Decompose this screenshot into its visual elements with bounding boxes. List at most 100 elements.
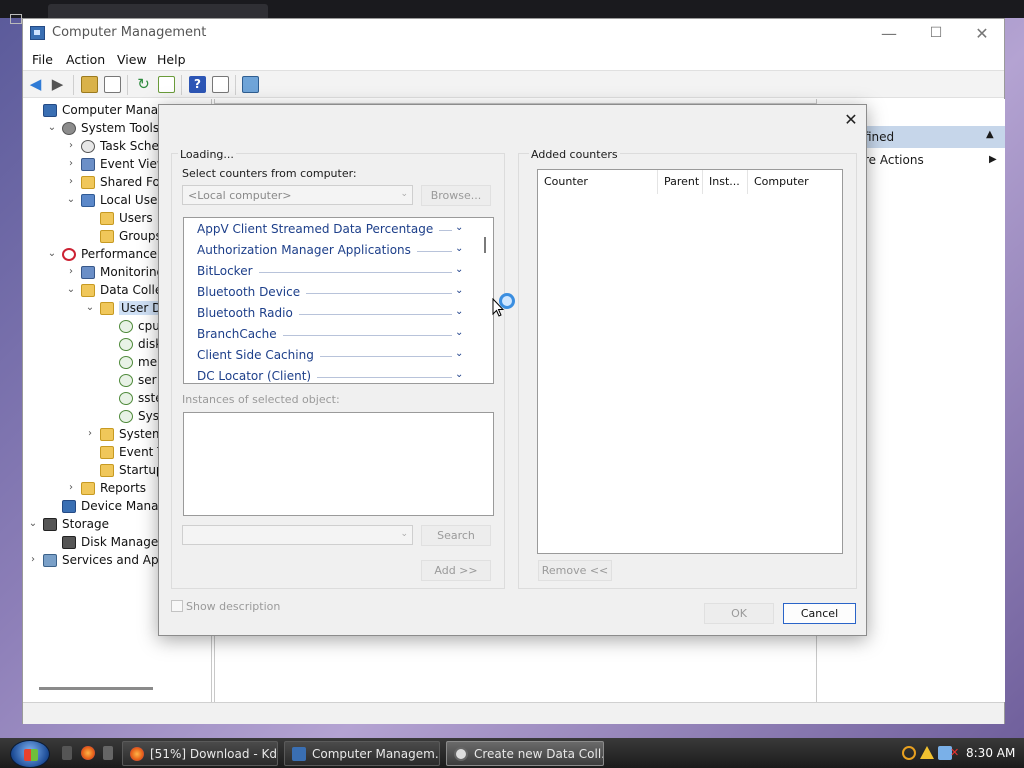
expand-chevron-icon[interactable]: ⌄ <box>455 327 463 338</box>
toolbar-separator <box>73 75 74 95</box>
chevron-down-icon[interactable]: ⌄ <box>65 194 77 205</box>
counter-item[interactable]: Client Side Caching ⌄ <box>184 345 474 366</box>
menu-file[interactable]: File <box>32 52 53 67</box>
instances-list[interactable] <box>183 412 494 516</box>
help-icon[interactable]: ? <box>189 76 206 93</box>
column-instance[interactable]: Inst... <box>703 170 748 194</box>
maximize-button[interactable]: ☐ <box>913 19 959 48</box>
column-computer[interactable]: Computer <box>748 170 842 194</box>
show-description-checkbox[interactable] <box>171 600 183 612</box>
counter-item[interactable]: AppV Client Streamed Data Percentage ⌄ <box>184 219 474 240</box>
tree-item-label: Sys <box>138 409 159 423</box>
up-folder-icon[interactable] <box>81 76 98 93</box>
back-arrow-icon[interactable]: ◀ <box>27 76 44 93</box>
expand-chevron-icon[interactable]: ⌄ <box>455 348 463 359</box>
actions-section-title: fined <box>864 130 895 144</box>
expand-chevron-icon[interactable]: ⌄ <box>455 306 463 317</box>
chevron-down-icon[interactable]: ⌄ <box>46 248 58 259</box>
menu-help[interactable]: Help <box>157 52 186 67</box>
column-counter[interactable]: Counter <box>538 170 658 194</box>
forward-arrow-icon[interactable]: ▶ <box>49 76 66 93</box>
counter-item[interactable]: BranchCache ⌄ <box>184 324 474 345</box>
counter-list[interactable]: AppV Client Streamed Data Percentage ⌄ Au… <box>183 217 494 384</box>
volume-muted-icon[interactable]: ✕ <box>950 746 964 760</box>
search-button[interactable]: Search <box>421 525 491 546</box>
data-collector-icon <box>119 410 133 423</box>
background-tab <box>48 4 268 18</box>
counter-item[interactable]: Bluetooth Radio ⌄ <box>184 303 474 324</box>
remove-button[interactable]: Remove << <box>538 560 612 581</box>
taskbar-item-download[interactable]: [51%] Download - Kd... <box>122 741 278 766</box>
taskbar-item-computer-management[interactable]: Computer Managem... <box>284 741 440 766</box>
column-parent[interactable]: Parent <box>658 170 703 194</box>
more-actions-link[interactable]: re Actions <box>864 153 924 167</box>
chevron-right-icon[interactable]: › <box>65 266 77 277</box>
chevron-right-icon[interactable]: › <box>65 176 77 187</box>
expand-chevron-icon[interactable]: ⌄ <box>455 285 463 296</box>
show-hide-tree-icon[interactable] <box>104 76 121 93</box>
windows-logo-icon <box>24 749 38 761</box>
counter-list-scrollbar[interactable] <box>484 237 486 253</box>
counter-item[interactable]: DC Locator (Client) ⌄ <box>184 366 474 383</box>
data-collector-icon <box>119 356 133 369</box>
chevron-right-icon[interactable]: › <box>27 554 39 565</box>
chevron-down-icon[interactable]: ⌄ <box>84 302 96 313</box>
menu-action[interactable]: Action <box>66 52 105 67</box>
window-icon <box>10 14 22 24</box>
menu-view[interactable]: View <box>117 52 147 67</box>
reports-icon <box>81 482 95 495</box>
chevron-down-icon[interactable]: ⌄ <box>65 284 77 295</box>
chevron-down-icon[interactable]: ⌄ <box>46 122 58 133</box>
added-counters-list[interactable]: Counter Parent Inst... Computer <box>537 169 843 554</box>
menu-bar: File Action View Help <box>23 48 1004 70</box>
collapse-up-icon[interactable]: ▲ <box>986 129 994 140</box>
cancel-button[interactable]: Cancel <box>783 603 856 624</box>
window-title: Computer Management <box>52 25 207 40</box>
dialog-close-button[interactable]: ✕ <box>840 109 862 131</box>
chevron-right-icon[interactable]: › <box>65 140 77 151</box>
start-button[interactable] <box>10 740 50 768</box>
chevron-right-icon[interactable]: › <box>84 428 96 439</box>
ok-button[interactable]: OK <box>704 603 774 624</box>
search-icon[interactable] <box>902 746 916 760</box>
refresh-icon[interactable]: ↻ <box>135 76 152 93</box>
toolbar-separator <box>181 75 182 95</box>
new-window-icon[interactable] <box>242 76 259 93</box>
show-desktop-icon[interactable] <box>62 746 72 760</box>
counter-item[interactable]: Bluetooth Device ⌄ <box>184 282 474 303</box>
firefox-icon[interactable] <box>81 746 95 760</box>
quick-launch-more-icon[interactable] <box>103 746 113 760</box>
counter-item[interactable]: BitLocker ⌄ <box>184 261 474 282</box>
tree-item-label: Performance <box>81 247 158 261</box>
add-button[interactable]: Add >> <box>421 560 491 581</box>
tree-horizontal-scrollbar[interactable] <box>39 687 153 690</box>
chevron-down-icon[interactable]: ⌄ <box>27 518 39 529</box>
services-icon <box>43 554 57 567</box>
minimize-button[interactable]: — <box>866 19 912 48</box>
expand-chevron-icon[interactable]: ⌄ <box>455 369 463 380</box>
counter-item[interactable]: Authorization Manager Applications ⌄ <box>184 240 474 261</box>
title-bar: Computer Management — ☐ ✕ <box>23 19 1004 48</box>
chevron-right-icon[interactable]: › <box>65 482 77 493</box>
export-list-icon[interactable] <box>158 76 175 93</box>
performance-icon <box>62 248 76 261</box>
computer-combo[interactable]: <Local computer> ⌄ <box>182 185 413 205</box>
computer-management-icon <box>30 26 45 40</box>
expand-chevron-icon[interactable]: ⌄ <box>455 243 463 254</box>
toolbar: ◀ ▶ ↻ ? <box>23 70 1004 98</box>
clock[interactable]: 8:30 AM <box>966 746 1015 760</box>
search-combo[interactable]: ⌄ <box>182 525 413 545</box>
close-button[interactable]: ✕ <box>959 19 1005 48</box>
chevron-right-icon[interactable]: › <box>65 158 77 169</box>
tools-icon <box>62 122 76 135</box>
taskbar-item-create-data-collector[interactable]: Create new Data Coll... <box>446 741 604 766</box>
event-viewer-icon <box>81 158 95 171</box>
expand-chevron-icon[interactable]: ⌄ <box>455 264 463 275</box>
folder-icon <box>100 464 114 477</box>
show-hide-action-pane-icon[interactable] <box>212 76 229 93</box>
expand-chevron-icon[interactable]: ⌄ <box>455 222 463 233</box>
warning-icon[interactable] <box>920 746 934 759</box>
folder-icon <box>100 212 114 225</box>
disk-icon <box>62 536 76 549</box>
browse-button[interactable]: Browse... <box>421 185 491 206</box>
